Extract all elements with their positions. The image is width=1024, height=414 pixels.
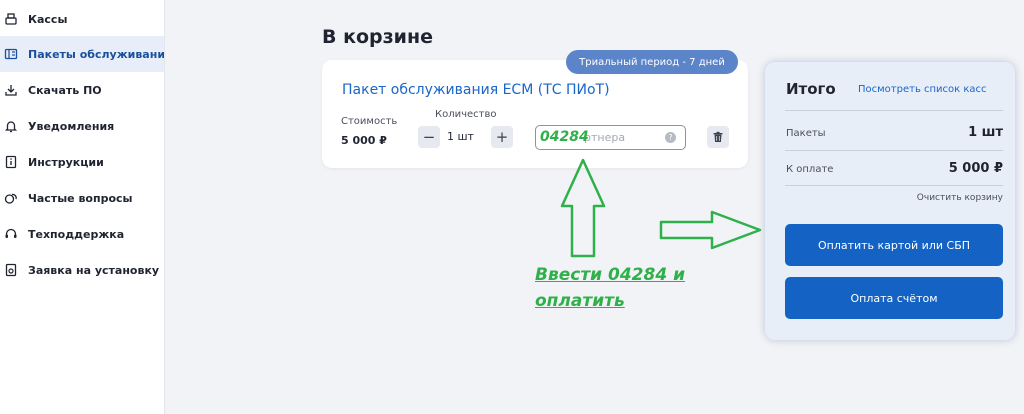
packages-label: Пакеты <box>786 128 826 139</box>
sidebar-item-kassy[interactable]: Кассы <box>0 1 164 37</box>
sidebar-item-notifications[interactable]: Уведомления <box>0 108 164 144</box>
to-pay-label: К оплате <box>786 164 834 175</box>
cost-value: 5 000 ₽ <box>341 134 387 147</box>
request-doc-icon <box>4 263 18 277</box>
help-icon[interactable]: ? <box>665 132 676 143</box>
clear-cart-link[interactable]: Очистить корзину <box>917 193 1003 203</box>
quantity-increase-button[interactable]: + <box>491 126 513 148</box>
info-doc-icon <box>4 155 18 169</box>
quantity-value: 1 шт <box>447 130 474 143</box>
sidebar-item-download[interactable]: Скачать ПО <box>0 72 164 108</box>
summary-divider <box>785 185 1003 186</box>
cost-label: Стоимость <box>341 116 398 127</box>
to-pay-value: 5 000 ₽ <box>948 161 1003 176</box>
trial-badge: Триальный период - 7 дней <box>566 50 738 74</box>
sidebar-item-label: Скачать ПО <box>28 83 102 97</box>
pay-card-sbp-button[interactable]: Оплатить картой или СБП <box>785 224 1003 266</box>
sidebar-item-packages[interactable]: Пакеты обслуживания <box>0 36 164 72</box>
annotation-code: 04284 <box>540 129 589 145</box>
sidebar: Кассы Пакеты обслуживания Скачать ПО Уве… <box>0 0 165 414</box>
sidebar-item-label: Техподдержка <box>28 227 125 241</box>
package-icon <box>4 47 18 61</box>
sidebar-item-label: Пакеты обслуживания <box>28 47 164 61</box>
delete-item-button[interactable] <box>707 126 729 148</box>
package-name: Пакет обслуживания ECM (ТС ПИоТ) <box>342 82 610 98</box>
annotation-instruction: Ввести 04284 и оплатить <box>535 265 685 311</box>
quantity-label: Количество <box>435 109 497 120</box>
packages-value: 1 шт <box>968 125 1003 140</box>
sidebar-item-label: Уведомления <box>28 119 115 133</box>
sidebar-item-label: Инструкции <box>28 155 104 169</box>
cart-item-card <box>322 60 748 168</box>
bell-icon <box>4 119 18 133</box>
summary-divider <box>785 150 1003 151</box>
sidebar-item-label: Частые вопросы <box>28 191 133 205</box>
quantity-decrease-button[interactable]: − <box>418 126 440 148</box>
faq-icon <box>4 191 18 205</box>
cash-register-icon <box>4 12 18 26</box>
right-arrow <box>659 210 762 250</box>
summary-divider <box>785 110 1003 111</box>
sidebar-item-instructions[interactable]: Инструкции <box>0 144 164 180</box>
summary-title: Итого <box>786 80 836 98</box>
sidebar-item-support[interactable]: Техподдержка <box>0 216 164 252</box>
page-title: В корзине <box>322 26 434 48</box>
partner-code-placeholder: ртнера <box>584 131 626 144</box>
trash-icon <box>712 128 724 147</box>
sidebar-item-label: Заявка на установку <box>28 263 160 277</box>
view-kassa-list-link[interactable]: Посмотреть список касс <box>858 84 987 95</box>
pay-invoice-button[interactable]: Оплата счётом <box>785 277 1003 319</box>
sidebar-item-label: Кассы <box>28 12 68 26</box>
headset-icon <box>4 227 18 241</box>
download-icon <box>4 83 18 97</box>
sidebar-item-faq[interactable]: Частые вопросы <box>0 180 164 216</box>
sidebar-item-install-request[interactable]: Заявка на установку <box>0 252 164 288</box>
up-arrow <box>560 158 606 258</box>
